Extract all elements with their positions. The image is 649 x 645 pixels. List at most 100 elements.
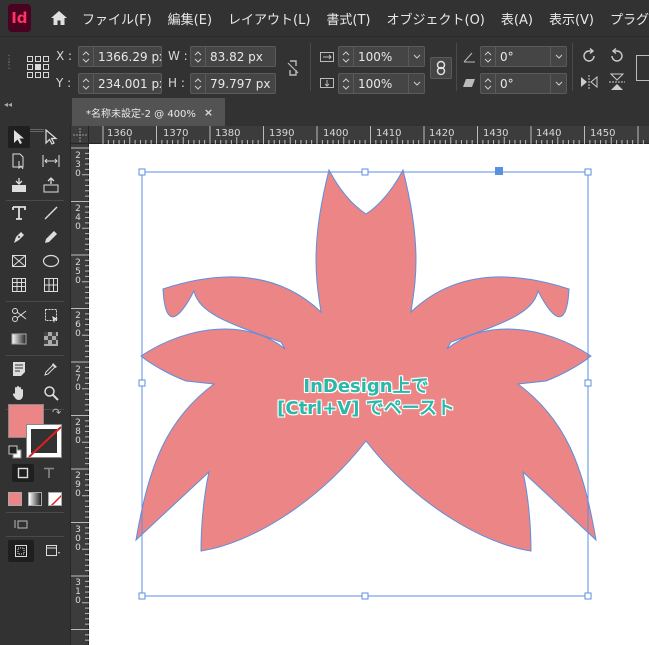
menu-type[interactable]: 書式(T) [326, 9, 370, 28]
hand-tool[interactable] [8, 382, 30, 404]
flip-vertical-button[interactable] [606, 71, 628, 93]
rotate-field[interactable]: 0° [480, 46, 567, 67]
constrain-scale-button[interactable] [430, 57, 452, 79]
chevron-down-icon [413, 54, 420, 59]
scale-y-field[interactable]: 100% [338, 73, 425, 94]
y-stepper[interactable] [79, 74, 94, 93]
ruler-origin[interactable] [71, 126, 89, 144]
w-value: 83.82 px [210, 49, 263, 64]
divider [6, 355, 64, 356]
document-tab[interactable]: *名称未設定-2 @ 400% × [72, 98, 225, 126]
rectangle-frame-tool[interactable] [8, 250, 30, 272]
rotate-stepper[interactable] [481, 47, 496, 66]
w-field[interactable]: 83.82 px [190, 46, 276, 67]
page-tool[interactable] [8, 150, 30, 172]
ellipse-tool[interactable] [40, 250, 62, 272]
page-navigation-icon[interactable] [10, 516, 32, 532]
content-collector-tool[interactable] [8, 174, 30, 196]
apply-color-button[interactable] [8, 492, 22, 506]
note-tool[interactable] [8, 358, 30, 380]
x-stepper[interactable] [79, 47, 94, 66]
constrain-proportions-button[interactable] [284, 57, 302, 79]
shear-dropdown[interactable] [550, 74, 566, 93]
ruler-label: 1400 [323, 128, 349, 139]
menu-view[interactable]: 表示(V) [549, 9, 594, 28]
scale-x-field[interactable]: 100% [338, 46, 425, 67]
stroke-swatch[interactable] [26, 424, 62, 458]
h-field[interactable]: 79.797 px [190, 73, 276, 94]
gradient-swatch-tool[interactable] [8, 328, 30, 350]
menu-layout[interactable]: レイアウト(L) [228, 9, 310, 28]
home-button[interactable] [45, 0, 74, 36]
table-icon [12, 278, 26, 292]
free-transform-tool[interactable] [40, 304, 62, 326]
rotate-dropdown[interactable] [550, 47, 566, 66]
scissors-tool[interactable] [8, 304, 30, 326]
vertical-ruler[interactable]: 230 240 250 260 270 280 290 300 310 [71, 144, 89, 645]
canvas-caption: InDesign上で [Ctrl+V] でペースト [261, 376, 471, 420]
collapse-panel-icon[interactable]: ◂◂ [4, 100, 12, 109]
close-tab-icon[interactable]: × [204, 106, 213, 119]
type-tool[interactable] [8, 202, 30, 224]
text-format-icon [44, 467, 54, 478]
default-fill-stroke-icon[interactable] [8, 444, 22, 463]
ruler-label: 1440 [536, 128, 562, 139]
zoom-tool[interactable] [40, 382, 62, 404]
menu-edit[interactable]: 編集(E) [168, 9, 212, 28]
apply-none-button[interactable] [48, 492, 62, 506]
y-field[interactable]: 234.001 px [78, 73, 162, 94]
chevron-down-icon [555, 81, 562, 86]
w-stepper[interactable] [191, 47, 206, 66]
reference-point-selector[interactable] [24, 53, 52, 81]
ruler-label: 290 [75, 471, 81, 499]
shear-stepper[interactable] [481, 74, 496, 93]
menu-plugins[interactable]: プラグ [610, 9, 649, 28]
y-label: Y : [56, 76, 72, 90]
document-tab-label: *名称未設定-2 @ 400% [86, 108, 196, 120]
selection-arrow-icon [14, 130, 24, 144]
gradient-icon [11, 333, 27, 345]
ruler-label: 240 [75, 204, 81, 232]
shear-field[interactable]: 0° [480, 73, 567, 94]
gradient-feather-tool[interactable] [40, 328, 62, 350]
scale-y-stepper[interactable] [339, 74, 354, 93]
apply-gradient-button[interactable] [28, 492, 42, 506]
rotate-ccw-button[interactable] [606, 45, 628, 67]
ruler-label: 1370 [163, 128, 189, 139]
scale-y-dropdown[interactable] [408, 74, 424, 93]
direct-selection-tool[interactable] [40, 126, 62, 148]
divider [6, 512, 64, 513]
x-field[interactable]: 1366.29 px [78, 46, 162, 67]
line-tool[interactable] [40, 202, 62, 224]
normal-view-mode-button[interactable] [8, 540, 34, 562]
menu-table[interactable]: 表(A) [501, 9, 533, 28]
menu-file[interactable]: ファイル(F) [82, 9, 152, 28]
table-tool[interactable] [8, 274, 30, 296]
h-stepper[interactable] [191, 74, 206, 93]
selection-tool[interactable] [8, 126, 30, 148]
grid-tool[interactable] [40, 274, 62, 296]
container-icon [17, 467, 29, 479]
menu-object[interactable]: オブジェクト(O) [387, 9, 485, 28]
horizontal-ruler[interactable]: 1360 1370 1380 1390 1400 1410 1420 1430 … [89, 126, 649, 144]
cut-off-control-icon [636, 55, 649, 81]
scale-x-stepper[interactable] [339, 47, 354, 66]
format-container-button[interactable] [12, 464, 34, 482]
pencil-tool[interactable] [40, 226, 62, 248]
eyedropper-tool[interactable] [40, 358, 62, 380]
content-placer-tool[interactable] [40, 174, 62, 196]
gap-tool[interactable] [40, 150, 62, 172]
flip-horizontal-button[interactable] [578, 71, 600, 93]
divider [572, 43, 573, 91]
format-text-button[interactable] [38, 464, 60, 482]
screen-mode-button[interactable] [40, 540, 66, 562]
caption-line-2: [Ctrl+V] でペースト [277, 398, 455, 419]
document-canvas[interactable]: InDesign上で [Ctrl+V] でペースト [89, 144, 649, 645]
pen-tool[interactable] [8, 226, 30, 248]
scale-x-value: 100% [358, 49, 393, 64]
sakura-flower-shape[interactable] [135, 168, 597, 552]
chevron-down-icon [413, 81, 420, 86]
rotate-cw-button[interactable] [578, 45, 600, 67]
swap-fill-stroke-icon[interactable]: ↷ [52, 406, 61, 419]
scale-x-dropdown[interactable] [408, 47, 424, 66]
